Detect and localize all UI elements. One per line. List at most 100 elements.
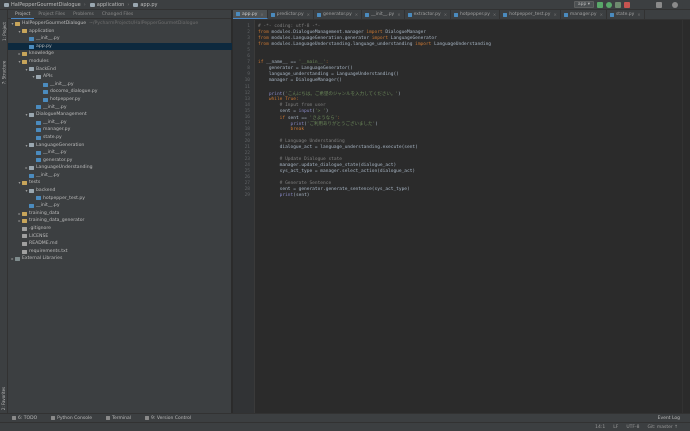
project-tool-tab[interactable]: 1: Project (0, 16, 8, 46)
tree-item[interactable]: ▸ training_data_generator (8, 217, 232, 225)
editor-tab[interactable]: extractor.py × (405, 10, 452, 19)
tree-item[interactable]: LICENSE (8, 233, 232, 241)
tree-item[interactable]: generator.py (8, 157, 232, 165)
editor-tab[interactable]: __init__.py × (362, 10, 405, 19)
breadcrumb-label: app.py (140, 1, 158, 8)
tool-window-button[interactable]: 6: TODO (12, 416, 37, 421)
tool-window-bar: 6: TODO Python Console Terminal 9: Version … (0, 413, 690, 422)
tree-item[interactable]: manager.py (8, 126, 232, 134)
code-token: break (258, 126, 305, 132)
project-view-tab[interactable]: Changed Files (98, 10, 137, 19)
code-token: from (258, 42, 272, 48)
breadcrumb-item[interactable]: app.py (129, 1, 158, 8)
breadcrumb-item[interactable]: application › (86, 2, 129, 8)
close-icon[interactable]: × (493, 10, 496, 19)
tree-item[interactable]: __init__.py (8, 202, 232, 210)
tree-item[interactable]: ▾ tests (8, 179, 232, 187)
tree-item[interactable]: __init__.py (8, 35, 232, 43)
tree-item[interactable]: ▸ External Libraries (8, 255, 232, 263)
tree-item[interactable]: __init__.py (8, 172, 232, 180)
breadcrumb-item[interactable]: HalPepperGourmetDialogue › (0, 2, 86, 8)
close-icon[interactable]: × (444, 10, 447, 19)
close-icon[interactable]: × (307, 10, 310, 19)
code-editor[interactable]: # -*- coding: utf-8 -*- from modules.Dial… (256, 20, 682, 413)
favorites-tool-tab[interactable]: 2: Favorites (0, 380, 8, 416)
editor-tab[interactable]: state.py × (607, 10, 645, 19)
tree-item-label: BackEnd (36, 66, 56, 72)
tree-item[interactable]: README.md (8, 240, 232, 248)
tree-item[interactable]: ▸ training_data (8, 210, 232, 218)
line-number: 5 (247, 48, 250, 54)
tree-item[interactable]: ▾ application (8, 28, 232, 36)
python-file-icon (29, 36, 34, 41)
code-token: : (325, 60, 329, 66)
tree-item[interactable]: ▾ HalPepperGourmetDialogue ~/PycharmProjec… (8, 20, 232, 28)
run-icon[interactable] (597, 1, 603, 8)
tool-window-button[interactable]: Terminal (106, 416, 131, 421)
tree-item[interactable]: ▾ backend (8, 187, 232, 195)
project-view-tab[interactable]: Problems (69, 10, 98, 19)
close-icon[interactable]: × (600, 10, 603, 19)
tree-item[interactable]: ▾ DialogueManagement (8, 111, 232, 119)
tree-item[interactable]: requirements.txt (8, 248, 232, 256)
close-icon[interactable]: × (637, 10, 640, 19)
close-icon[interactable]: × (397, 10, 400, 19)
tree-item[interactable]: ▾ APIs (8, 73, 232, 81)
tree-item-label: manager.py (43, 127, 71, 133)
tree-item[interactable]: ▾ LanguageGeneration (8, 142, 232, 150)
editor-tabs: app.py × predictor.py × generator.py × __init_… (233, 10, 690, 20)
library-icon (15, 257, 20, 262)
line-number: 25 (244, 169, 250, 175)
close-icon[interactable]: × (260, 10, 263, 19)
folder-icon (22, 52, 27, 57)
vcs-icon[interactable] (656, 2, 662, 8)
package-icon (29, 112, 34, 117)
tool-window-button[interactable]: Python Console (51, 416, 92, 421)
tool-window-button[interactable]: 9: Version Control (145, 416, 191, 421)
line-number: 8 (247, 66, 250, 72)
editor-scrollbar[interactable] (682, 20, 690, 413)
close-icon[interactable]: × (553, 10, 556, 19)
tree-item[interactable]: docomo_dialogue.py (8, 88, 232, 96)
tree-item[interactable]: __init__.py (8, 149, 232, 157)
coverage-icon[interactable] (615, 1, 621, 8)
structure-tool-tab[interactable]: 7: Structure (0, 54, 8, 90)
status-item[interactable]: 14:1 (595, 425, 605, 430)
search-icon[interactable] (672, 2, 678, 8)
tree-item[interactable]: ▾ BackEnd (8, 66, 232, 74)
tree-item[interactable]: .gitignore (8, 225, 232, 233)
project-view-tab[interactable]: Project Files (34, 10, 69, 19)
editor-tab[interactable]: predictor.py × (268, 10, 315, 19)
python-file-icon (36, 135, 41, 140)
status-item[interactable]: Git: master ↑ (647, 425, 678, 430)
tree-item[interactable]: ▾ modules (8, 58, 232, 66)
python-file-icon (29, 204, 34, 209)
editor-tab[interactable]: generator.py × (314, 10, 363, 19)
status-item[interactable]: UTF-8 (626, 425, 639, 430)
project-view-tab[interactable]: Project (11, 10, 35, 19)
editor-tab[interactable]: hotpepper.py × (451, 10, 501, 19)
project-tool-tab-label: 1: Project (1, 21, 7, 41)
code-token: input (298, 108, 313, 114)
package-icon (29, 143, 34, 148)
status-item[interactable]: LF (613, 425, 618, 430)
code-line: language_understanding = LanguageUnderst… (258, 72, 399, 77)
tree-item[interactable]: ▸ LanguageUnderstanding (8, 164, 232, 172)
code-token: generator = LanguageGenerator() (258, 66, 353, 72)
stop-icon[interactable] (624, 1, 630, 8)
editor-tab[interactable]: manager.py × (561, 10, 607, 19)
run-configuration-select[interactable]: app ▾ (573, 1, 594, 8)
tree-item[interactable]: __init__.py (8, 119, 232, 127)
tree-item[interactable]: hotpepper_test.py (8, 195, 232, 203)
editor-tab[interactable]: hotpepper_test.py × (500, 10, 561, 19)
editor-tab[interactable]: app.py × (233, 10, 268, 19)
tree-item[interactable]: hotpepper.py (8, 96, 232, 104)
code-token: '> ' (314, 108, 326, 114)
close-icon[interactable]: × (355, 10, 358, 19)
debug-icon[interactable] (606, 1, 612, 8)
tree-item[interactable]: state.py (8, 134, 232, 142)
tree-item[interactable]: __init__.py (8, 81, 232, 89)
tree-item[interactable]: __init__.py (8, 104, 232, 112)
tree-item[interactable]: app.py (8, 42, 232, 51)
tree-item[interactable]: ▸ knowledge (8, 50, 232, 58)
